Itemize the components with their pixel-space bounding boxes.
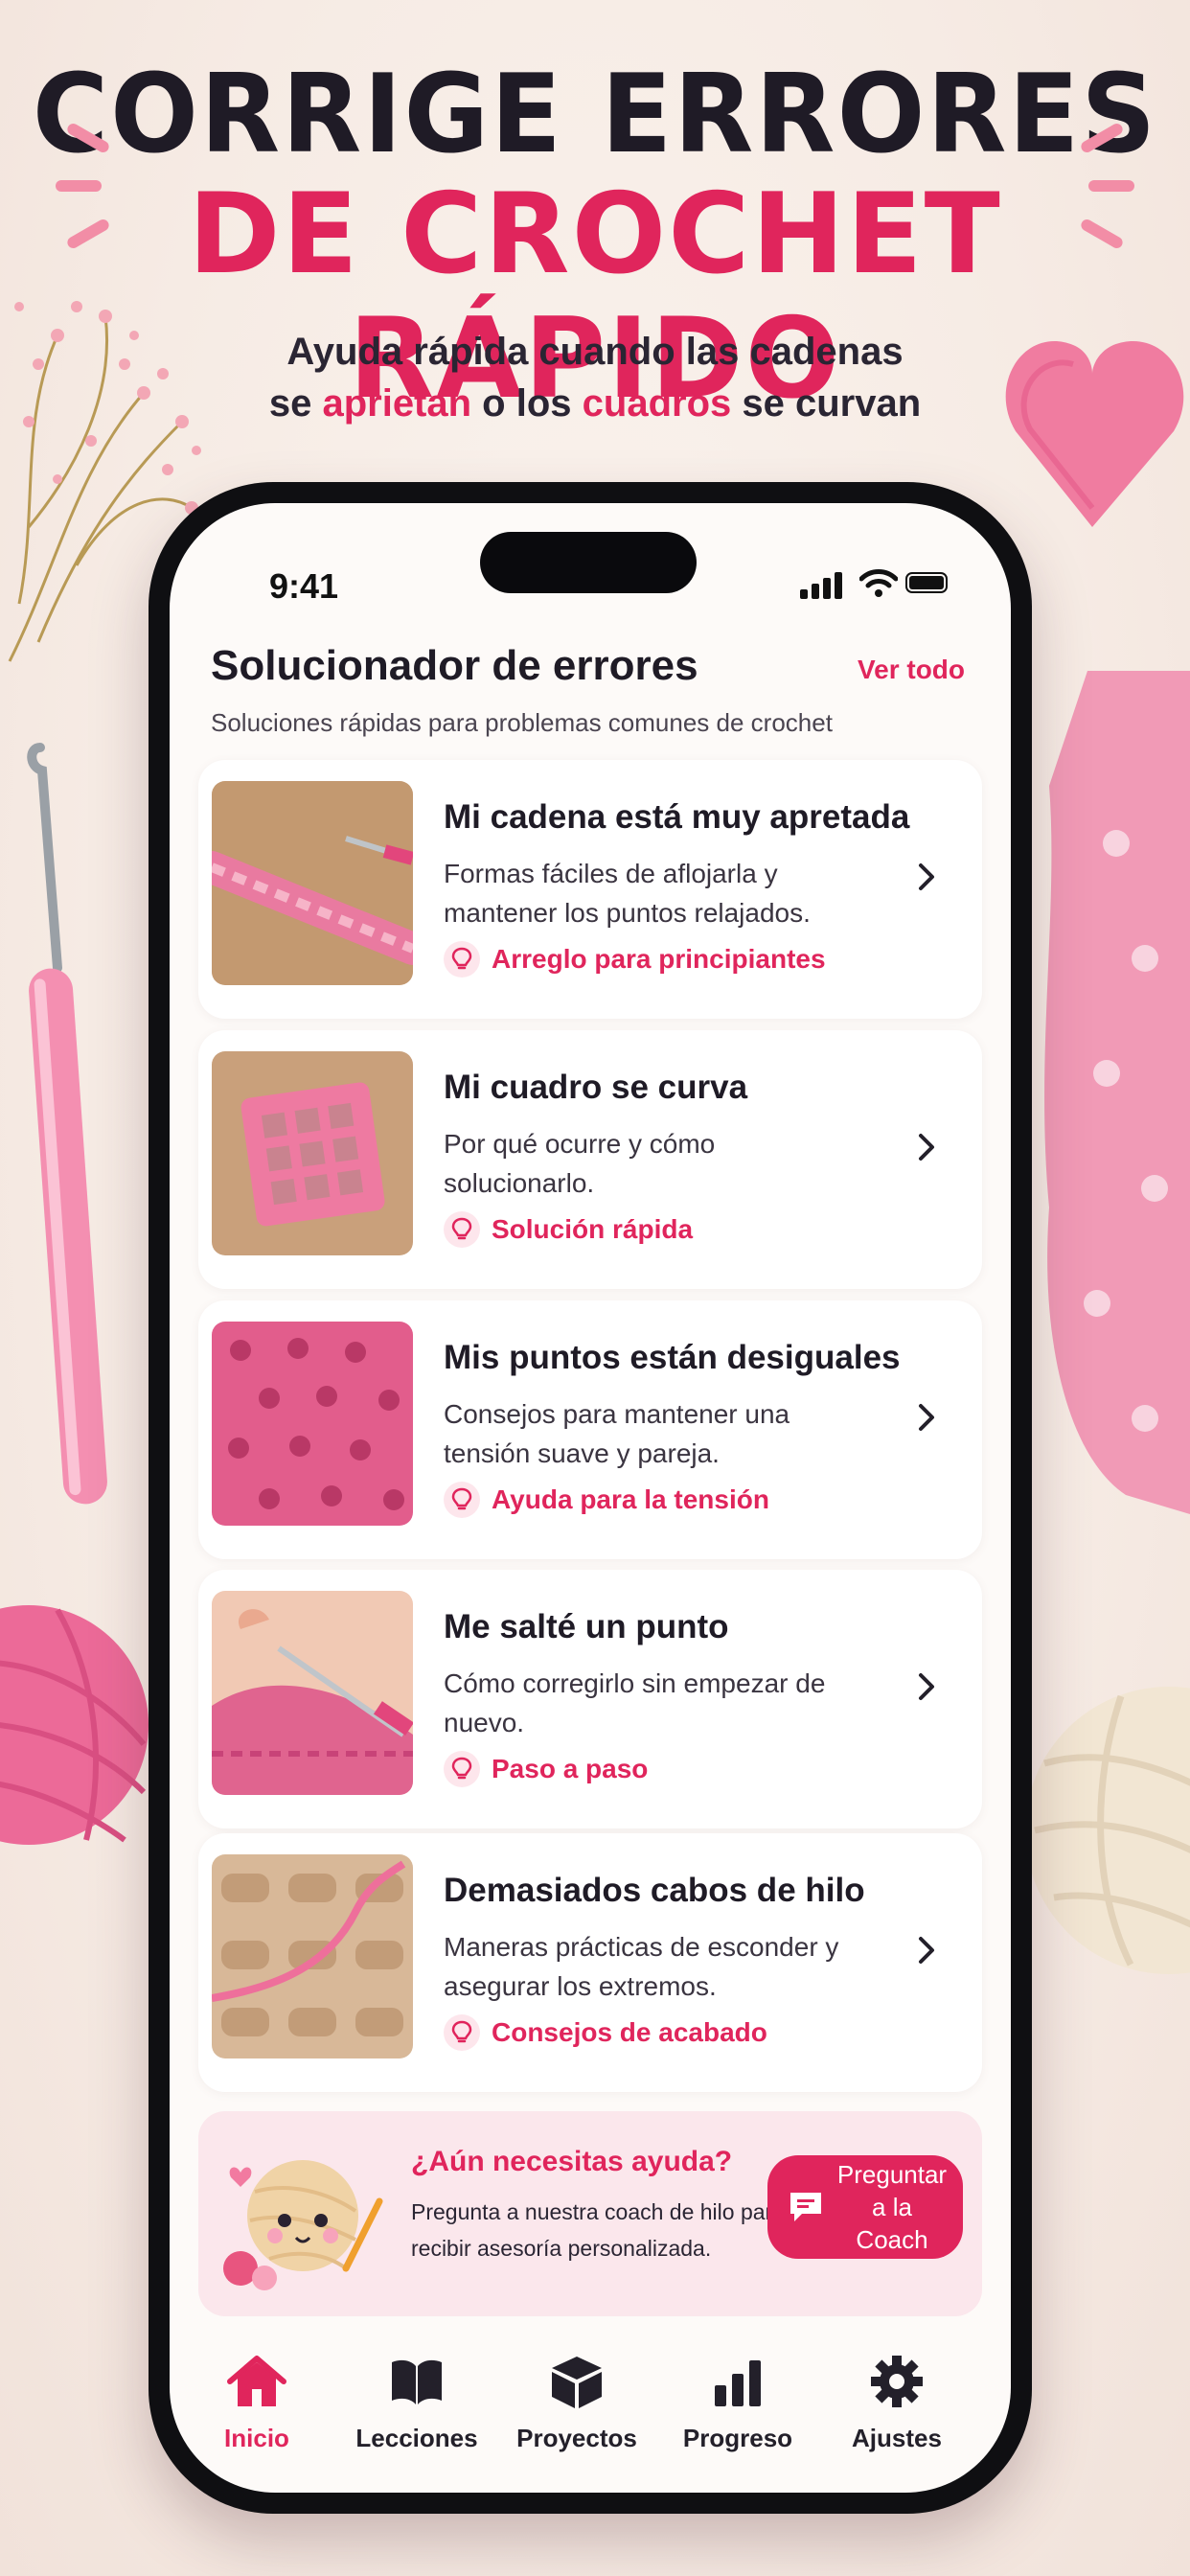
tab-label: Ajustes <box>852 2424 942 2452</box>
card-title: Mi cadena está muy apretada <box>444 798 910 836</box>
bar-chart-icon <box>715 2360 761 2406</box>
tab-proyectos[interactable]: Proyectos <box>505 2353 649 2453</box>
tab-label: Proyectos <box>516 2424 637 2452</box>
help-title: ¿Aún necesitas ayuda? <box>411 2146 733 2177</box>
lightbulb-icon <box>444 1751 480 1787</box>
troubleshoot-card-uneven-stitches[interactable]: Mis puntos están desiguales Consejos par… <box>198 1300 982 1559</box>
battery-icon <box>905 572 948 593</box>
bottom-tab-bar: Inicio Lecciones Proyectos Progreso Ajus… <box>170 2343 1011 2477</box>
card-description: Consejos para mantener una tensión suave… <box>444 1399 790 1468</box>
card-tag: Paso a paso <box>444 1750 648 1788</box>
cream-yarn-ball-decoration <box>1025 1687 1190 1974</box>
headline-line-1: CORRIGE ERRORES <box>32 51 1158 178</box>
accent-word-aprietan: aprietan <box>322 382 472 425</box>
pink-yarn-ball-decoration <box>0 1605 149 1845</box>
chain-thumbnail-image <box>212 781 413 985</box>
card-title: Demasiados cabos de hilo <box>444 1872 865 1909</box>
see-all-link[interactable]: Ver todo <box>858 655 965 685</box>
chevron-right-icon[interactable] <box>909 1669 944 1704</box>
hero-subheading: Ayuda rápida cuando las cadenas se aprie… <box>0 326 1190 429</box>
yarn-ends-thumbnail-image <box>212 1854 413 2058</box>
chevron-right-icon[interactable] <box>909 1400 944 1435</box>
card-description: Cómo corregirlo sin empezar de nuevo. <box>444 1668 826 1737</box>
ask-coach-button-label: Preguntar a la Coach <box>836 2160 948 2254</box>
stitches-closeup-thumbnail-image <box>212 1322 413 1526</box>
lightbulb-icon <box>444 2014 480 2051</box>
card-description: Por qué ocurre y cómo solucionarlo. <box>444 1129 716 1198</box>
tab-inicio[interactable]: Inicio <box>185 2353 329 2453</box>
skipped-stitch-thumbnail-image <box>212 1591 413 1795</box>
troubleshoot-card-curling-square[interactable]: Mi cuadro se curva Por qué ocurre y cómo… <box>198 1030 982 1289</box>
card-tag-label: Arreglo para principiantes <box>492 944 826 974</box>
card-title: Mi cuadro se curva <box>444 1069 748 1106</box>
troubleshoot-card-tight-chain[interactable]: Mi cadena está muy apretada Formas fácil… <box>198 760 982 1019</box>
chevron-right-icon[interactable] <box>909 1130 944 1164</box>
wifi-icon <box>859 569 898 597</box>
tab-label: Lecciones <box>355 2424 478 2452</box>
chevron-right-icon[interactable] <box>909 860 944 894</box>
status-time: 9:41 <box>269 566 339 606</box>
section-title: Solucionador de errores <box>211 642 698 689</box>
box-icon <box>552 2357 602 2408</box>
tab-ajustes[interactable]: Ajustes <box>825 2353 969 2453</box>
card-tag: Solución rápida <box>444 1210 693 1249</box>
home-icon <box>227 2356 286 2406</box>
lightbulb-icon <box>444 1211 480 1248</box>
card-tag: Ayuda para la tensión <box>444 1481 769 1519</box>
card-title: Me salté un punto <box>444 1608 729 1645</box>
ask-coach-button[interactable]: Preguntar a la Coach <box>767 2155 963 2259</box>
gear-icon <box>871 2356 923 2407</box>
section-subtitle: Soluciones rápidas para problemas comune… <box>211 708 833 737</box>
help-description: Pregunta a nuestra coach de hilo para re… <box>411 2199 785 2261</box>
card-description: Formas fáciles de aflojarla y mantener l… <box>444 859 811 928</box>
card-tag: Consejos de acabado <box>444 2013 767 2052</box>
troubleshoot-card-yarn-ends[interactable]: Demasiados cabos de hilo Maneras práctic… <box>198 1833 982 2092</box>
yarn-mascot-illustration <box>223 2160 383 2290</box>
card-tag-label: Ayuda para la tensión <box>492 1484 769 1514</box>
phone-frame: 9:41 Solucionador de errores Ver todo So… <box>149 482 1032 2514</box>
accent-word-cuadros: cuadros <box>582 382 732 425</box>
card-tag: Arreglo para principiantes <box>444 940 826 978</box>
tab-label: Progreso <box>682 2424 793 2452</box>
help-banner: ¿Aún necesitas ayuda? Pregunta a nuestra… <box>198 2111 982 2316</box>
dynamic-island <box>480 532 697 593</box>
troubleshoot-card-skipped-stitch[interactable]: Me salté un punto Cómo corregirlo sin em… <box>198 1570 982 1828</box>
lightbulb-icon <box>444 1482 480 1518</box>
granny-square-thumbnail-image <box>212 1051 413 1255</box>
chat-bubble-icon <box>790 2193 821 2221</box>
crochet-hook-decoration <box>27 743 107 1505</box>
card-tag-label: Paso a paso <box>492 1754 649 1783</box>
phone-screen: 9:41 Solucionador de errores Ver todo So… <box>170 503 1011 2493</box>
status-icons <box>800 568 953 599</box>
card-title: Mis puntos están desiguales <box>444 1339 901 1376</box>
lightbulb-icon <box>444 941 480 978</box>
crochet-fabric-decoration <box>1044 671 1190 1514</box>
card-description: Maneras prácticas de esconder y asegurar… <box>444 1932 839 2001</box>
tab-progreso[interactable]: Progreso <box>666 2353 810 2453</box>
book-icon <box>392 2359 442 2404</box>
card-tag-label: Consejos de acabado <box>492 2017 767 2047</box>
tab-lecciones[interactable]: Lecciones <box>345 2353 489 2453</box>
subheading-line-1: Ayuda rápida cuando las cadenas <box>286 331 904 373</box>
card-tag-label: Solución rápida <box>492 1214 694 1244</box>
tab-label: Inicio <box>224 2424 289 2452</box>
subheading-line-2: se aprietan o los cuadros se curvan <box>268 382 922 425</box>
chevron-right-icon[interactable] <box>909 1933 944 1967</box>
